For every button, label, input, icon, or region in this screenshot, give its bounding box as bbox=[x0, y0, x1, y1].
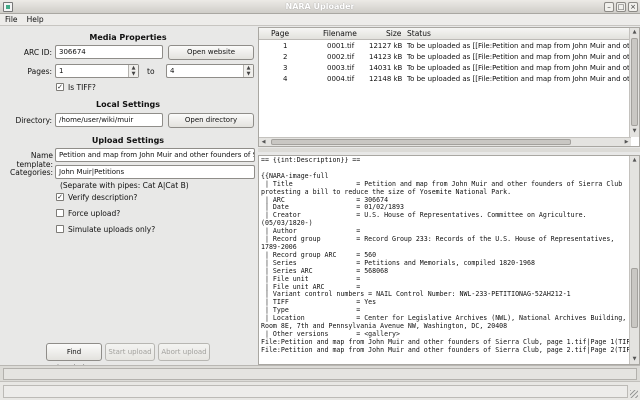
table-row[interactable]: 3 0003.tif 14031 kB To be uploaded as [[… bbox=[259, 63, 639, 74]
title-bar: NARA Uploader – □ × bbox=[0, 0, 640, 14]
media-properties-heading: Media Properties bbox=[89, 33, 167, 42]
cell-status: To be uploaded as [[File:Petition and ma… bbox=[407, 75, 639, 83]
settings-panel: Media Properties ARC ID: 306674 Open web… bbox=[0, 27, 256, 372]
pages-from-stepper[interactable]: 1 ▲ ▼ bbox=[55, 64, 139, 78]
scroll-right-icon[interactable]: ▶ bbox=[622, 138, 631, 146]
description-editor[interactable]: == {{int:Description}} == {{NARA-image-f… bbox=[258, 155, 640, 365]
pane-splitter[interactable] bbox=[258, 148, 640, 152]
scroll-up-icon[interactable]: ▲ bbox=[630, 156, 639, 165]
cell-page: 1 bbox=[283, 42, 288, 50]
pages-to-label: to bbox=[147, 67, 155, 76]
categories-hint: (Separate with pipes: Cat A|Cat B) bbox=[60, 181, 189, 190]
cell-page: 2 bbox=[283, 53, 288, 61]
description-vertical-scrollbar[interactable]: ▲ ▼ bbox=[629, 156, 639, 364]
open-website-button[interactable]: Open website bbox=[168, 45, 254, 60]
verify-description-label: Verify description? bbox=[68, 193, 138, 202]
stepper-down-icon[interactable]: ▼ bbox=[244, 71, 253, 77]
cell-filename: 0002.tif bbox=[327, 53, 355, 61]
scroll-up-icon[interactable]: ▲ bbox=[630, 28, 639, 37]
upload-settings-heading: Upload Settings bbox=[91, 136, 165, 145]
progress-bar bbox=[3, 368, 637, 380]
menu-help[interactable]: Help bbox=[22, 14, 48, 24]
arc-id-label: ARC ID: bbox=[23, 48, 52, 57]
arc-id-input[interactable]: 306674 bbox=[55, 45, 163, 59]
is-tiff-checkbox[interactable]: ✓ bbox=[56, 83, 64, 91]
abort-upload-button[interactable]: Abort upload bbox=[158, 343, 210, 361]
scroll-down-icon[interactable]: ▼ bbox=[630, 355, 639, 364]
cell-size: 14123 kB bbox=[369, 53, 403, 61]
name-template-label: Name template: bbox=[16, 151, 53, 169]
is-tiff-label: Is TIFF? bbox=[68, 83, 96, 92]
menu-bar: File Help bbox=[0, 14, 640, 26]
pages-to-arrows[interactable]: ▲ ▼ bbox=[243, 65, 253, 77]
table-horizontal-scrollbar[interactable]: ◀ ▶ bbox=[259, 137, 631, 146]
directory-label: Directory: bbox=[15, 116, 52, 125]
cell-filename: 0003.tif bbox=[327, 64, 355, 72]
status-bar bbox=[0, 381, 640, 400]
scroll-thumb[interactable] bbox=[631, 268, 638, 328]
pages-to-stepper[interactable]: 4 ▲ ▼ bbox=[166, 64, 254, 78]
cell-status: To be uploaded as [[File:Petition and ma… bbox=[407, 64, 639, 72]
column-status[interactable]: Status bbox=[407, 29, 431, 38]
force-upload-label: Force upload? bbox=[68, 209, 121, 218]
pages-table: Page Filename Size Status 1 0001.tif 121… bbox=[258, 27, 640, 147]
force-upload-checkbox[interactable] bbox=[56, 209, 64, 217]
name-template-input[interactable]: Petition and map from John Muir and othe… bbox=[55, 148, 255, 162]
close-icon[interactable]: × bbox=[628, 2, 638, 12]
cell-status: To be uploaded as [[File:Petition and ma… bbox=[407, 53, 639, 61]
scroll-left-icon[interactable]: ◀ bbox=[259, 138, 268, 146]
scroll-down-icon[interactable]: ▼ bbox=[630, 127, 639, 136]
description-text[interactable]: == {{int:Description}} == {{NARA-image-f… bbox=[261, 157, 629, 355]
simulate-uploads-label: Simulate uploads only? bbox=[68, 225, 156, 234]
pages-to-value: 4 bbox=[170, 67, 175, 75]
table-row[interactable]: 2 0002.tif 14123 kB To be uploaded as [[… bbox=[259, 52, 639, 63]
cell-page: 3 bbox=[283, 64, 288, 72]
verify-description-checkbox[interactable]: ✓ bbox=[56, 193, 64, 201]
categories-input[interactable]: John Muir|Petitions bbox=[55, 165, 255, 179]
pages-label: Pages: bbox=[27, 67, 52, 76]
pages-from-value: 1 bbox=[59, 67, 64, 75]
find-description-button[interactable]: Find description bbox=[46, 343, 102, 372]
status-message bbox=[3, 385, 628, 398]
content-panel: Page Filename Size Status 1 0001.tif 121… bbox=[258, 27, 640, 365]
table-vertical-scrollbar[interactable]: ▲ ▼ bbox=[629, 28, 639, 137]
cell-filename: 0001.tif bbox=[327, 42, 355, 50]
minimize-icon[interactable]: – bbox=[604, 2, 614, 12]
stepper-down-icon[interactable]: ▼ bbox=[129, 71, 138, 77]
resize-grip-icon[interactable] bbox=[630, 390, 638, 398]
local-settings-heading: Local Settings bbox=[95, 100, 161, 109]
pages-from-arrows[interactable]: ▲ ▼ bbox=[128, 65, 138, 77]
menu-file[interactable]: File bbox=[0, 14, 22, 24]
open-directory-button[interactable]: Open directory bbox=[168, 113, 254, 128]
simulate-uploads-checkbox[interactable] bbox=[56, 225, 64, 233]
scroll-thumb[interactable] bbox=[631, 38, 638, 126]
column-size[interactable]: Size bbox=[386, 29, 401, 38]
column-page[interactable]: Page bbox=[271, 29, 289, 38]
categories-label: Categories: bbox=[10, 168, 53, 177]
progress-bar-area bbox=[0, 365, 640, 381]
cell-status: To be uploaded as [[File:Petition and ma… bbox=[407, 42, 639, 50]
maximize-icon[interactable]: □ bbox=[616, 2, 626, 12]
scroll-thumb[interactable] bbox=[271, 139, 571, 145]
table-row[interactable]: 1 0001.tif 12127 kB To be uploaded as [[… bbox=[259, 41, 639, 52]
column-filename[interactable]: Filename bbox=[323, 29, 357, 38]
table-header: Page Filename Size Status bbox=[259, 28, 631, 40]
cell-size: 12148 kB bbox=[369, 75, 403, 83]
start-upload-button[interactable]: Start upload bbox=[105, 343, 155, 361]
cell-size: 12127 kB bbox=[369, 42, 403, 50]
table-row[interactable]: 4 0004.tif 12148 kB To be uploaded as [[… bbox=[259, 74, 639, 85]
cell-page: 4 bbox=[283, 75, 288, 83]
window-title: NARA Uploader bbox=[285, 2, 355, 11]
cell-size: 14031 kB bbox=[369, 64, 403, 72]
directory-input[interactable]: /home/user/wiki/muir bbox=[55, 113, 163, 127]
cell-filename: 0004.tif bbox=[327, 75, 355, 83]
